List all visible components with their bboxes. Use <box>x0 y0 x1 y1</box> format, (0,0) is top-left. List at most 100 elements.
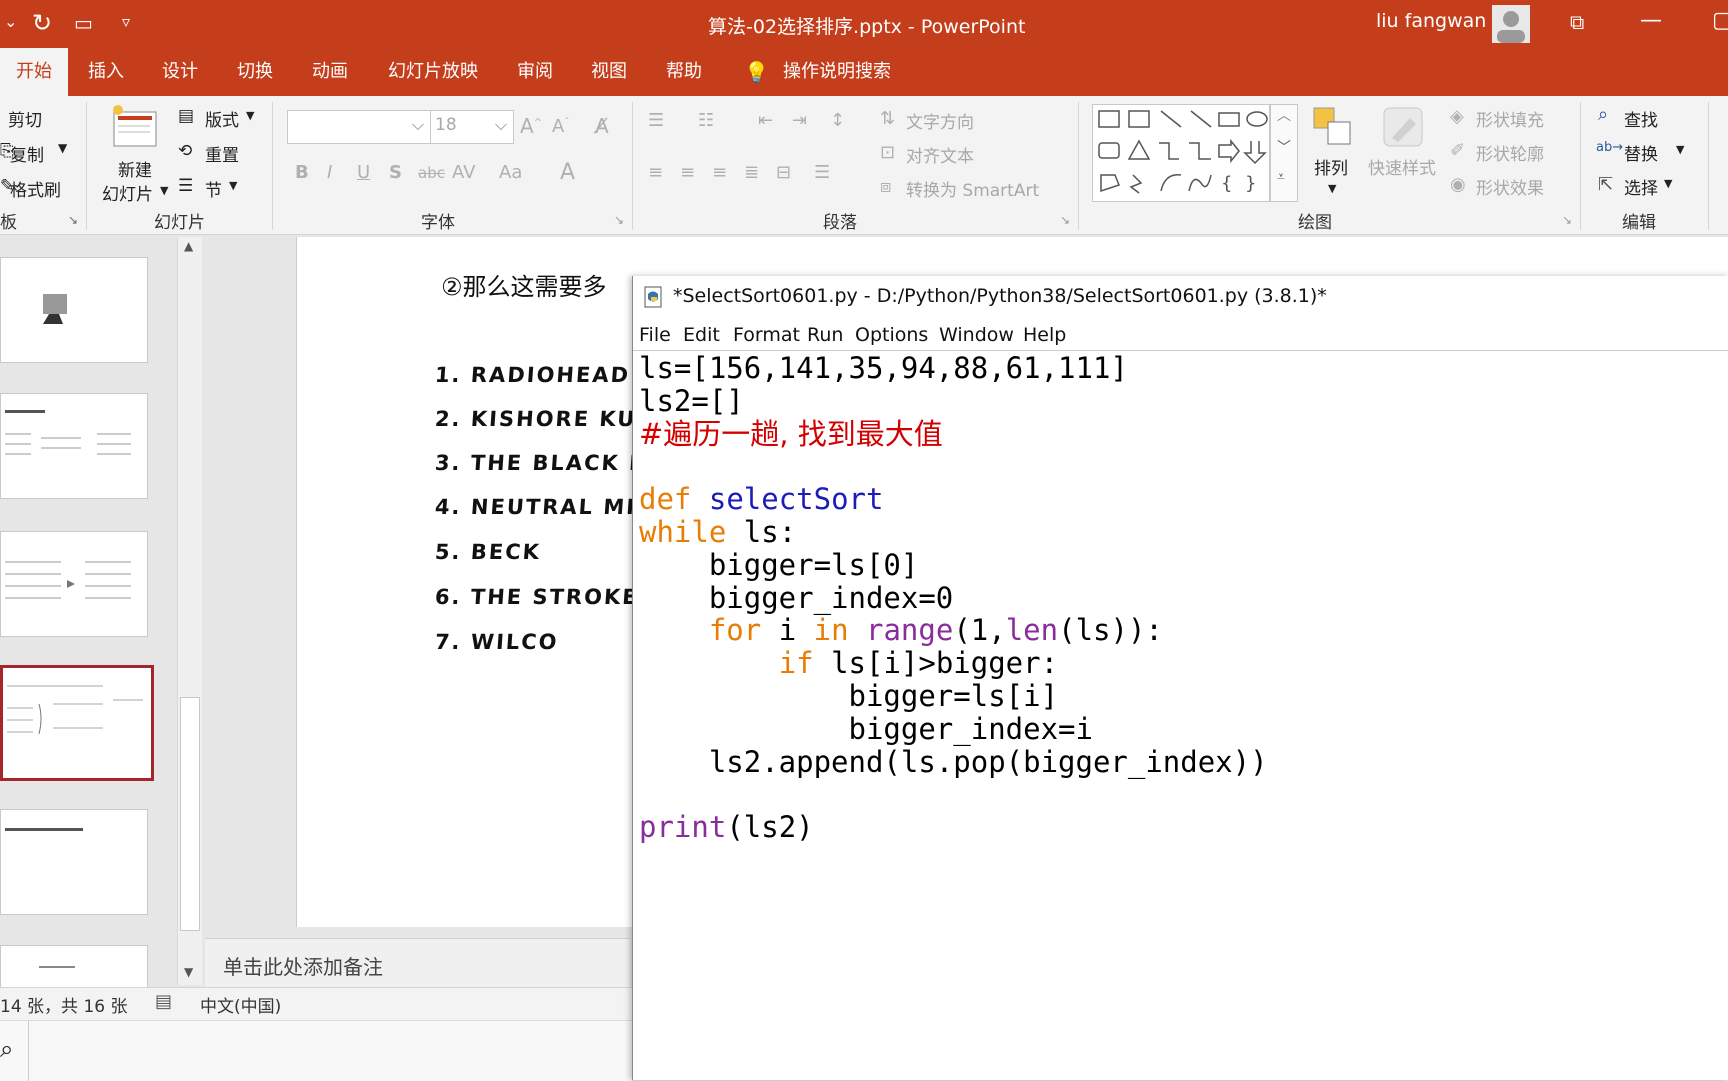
italic-icon[interactable]: I <box>327 162 332 183</box>
scroll-thumb[interactable] <box>180 697 200 931</box>
strikethrough-icon[interactable]: abc <box>418 164 445 182</box>
tab-home[interactable]: 开始 <box>0 48 68 96</box>
bullets-icon[interactable]: ☰ <box>648 110 664 131</box>
copy-dropdown-icon[interactable]: ▼ <box>58 141 67 155</box>
find-button[interactable]: 查找 <box>1624 106 1658 131</box>
slide-thumbnail-selected[interactable] <box>0 665 154 781</box>
ribbon-display-icon[interactable]: ⧉ <box>1570 10 1584 34</box>
slide-thumbnail[interactable] <box>0 809 148 915</box>
shape-fill-button[interactable]: 形状填充 <box>1476 106 1544 131</box>
clear-formatting-icon[interactable]: A̸ <box>595 114 609 138</box>
tab-review[interactable]: 审阅 <box>517 48 553 96</box>
arrange-dropdown-icon[interactable]: ▼ <box>1328 182 1336 195</box>
distributed-icon[interactable]: ⊟ <box>776 162 791 183</box>
new-slide-label-1[interactable]: 新建 <box>118 156 152 181</box>
layout-dropdown-icon[interactable]: ▼ <box>246 109 254 122</box>
code-line[interactable]: #遍历一趟, 找到最大值 <box>639 416 943 452</box>
tab-slideshow[interactable]: 幻灯片放映 <box>388 48 478 96</box>
paragraph-dialog-launcher-icon[interactable]: ↘ <box>1060 213 1070 227</box>
code-line[interactable]: bigger_index=0 <box>639 580 953 616</box>
slide-heading[interactable]: ②那么这需要多 <box>441 267 607 302</box>
menu-run[interactable]: Run <box>807 324 843 346</box>
shrink-font-icon[interactable]: Aˇ <box>552 116 569 137</box>
scroll-up-icon[interactable]: ▲ <box>184 239 193 253</box>
code-line[interactable]: ls2=[] <box>639 383 744 419</box>
gallery-down-icon[interactable]: ﹀ <box>1277 137 1291 157</box>
code-line[interactable]: print(ls2) <box>639 809 814 845</box>
tab-view[interactable]: 视图 <box>591 48 627 96</box>
bold-icon[interactable]: B <box>295 162 309 183</box>
convert-smartart-button[interactable]: 转换为 SmartArt <box>906 176 1039 201</box>
grow-font-icon[interactable]: A^ <box>520 114 542 138</box>
select-dropdown-icon[interactable]: ▼ <box>1664 177 1672 190</box>
code-editor[interactable]: ls=[156,141,35,94,88,61,111] ls2=[] #遍历一趟,… <box>639 350 1728 1080</box>
customize-qat-icon[interactable]: ▿ <box>122 12 130 31</box>
slide-thumbnail[interactable] <box>0 257 148 363</box>
replace-button[interactable]: 替换 <box>1624 140 1658 165</box>
gallery-more-icon[interactable]: ⩡ <box>1277 169 1285 185</box>
increase-indent-icon[interactable]: ⇥ <box>792 110 807 131</box>
maximize-icon[interactable]: ▢ <box>1712 8 1728 33</box>
text-direction-button[interactable]: 文字方向 <box>906 108 974 133</box>
menu-window[interactable]: Window <box>939 324 1014 346</box>
avatar[interactable] <box>1492 5 1530 43</box>
scroll-down-icon[interactable]: ▼ <box>184 965 193 979</box>
font-name-combo[interactable]: ⌵ <box>287 110 431 144</box>
font-size-combo[interactable]: 18 ⌵ <box>430 110 514 144</box>
redo-icon[interactable]: ↻ <box>32 9 52 37</box>
qat-dropdown-icon[interactable]: ⌄ <box>4 12 17 31</box>
thumbnails-scrollbar[interactable]: ▲ ▼ <box>177 237 202 985</box>
search-icon[interactable]: ⌕ <box>0 1035 13 1063</box>
code-line[interactable]: if ls[i]>bigger: <box>639 645 1058 681</box>
minimize-icon[interactable]: — <box>1640 8 1662 33</box>
char-spacing-icon[interactable]: AV <box>452 162 475 183</box>
font-size-dropdown-icon[interactable]: ⌵ <box>495 115 507 135</box>
proofing-icon[interactable]: ▤ <box>155 991 172 1012</box>
code-line[interactable]: bigger=ls[0] <box>639 547 919 583</box>
new-slide-icon[interactable] <box>110 104 160 148</box>
menu-options[interactable]: Options <box>855 324 928 346</box>
code-line[interactable]: def selectSort <box>639 481 883 517</box>
shape-effects-button[interactable]: 形状效果 <box>1476 174 1544 199</box>
align-text-button[interactable]: 对齐文本 <box>906 142 974 167</box>
cut-button[interactable]: 剪切 <box>8 106 42 131</box>
idle-title-bar[interactable]: *SelectSort0601.py - D:/Python/Python38/… <box>633 276 1728 319</box>
tab-animations[interactable]: 动画 <box>312 48 348 96</box>
code-line[interactable]: ls=[156,141,35,94,88,61,111] <box>639 350 1128 386</box>
notes-pane[interactable]: 单击此处添加备注 <box>205 938 630 987</box>
section-button[interactable]: 节 <box>205 176 222 201</box>
dialog-launcher-icon[interactable]: ↘ <box>68 213 78 227</box>
shadow-icon[interactable]: S <box>389 162 402 183</box>
code-line[interactable]: while ls: <box>639 514 796 550</box>
code-line[interactable]: bigger=ls[i] <box>639 678 1059 714</box>
tell-me-search[interactable]: 操作说明搜索 <box>783 48 891 96</box>
slide-thumbnail[interactable] <box>0 393 148 499</box>
justify-icon[interactable]: ≣ <box>744 162 759 183</box>
format-painter-button[interactable]: 格式刷 <box>10 176 61 201</box>
decrease-indent-icon[interactable]: ⇤ <box>758 110 773 131</box>
underline-icon[interactable]: U <box>357 162 370 183</box>
columns-icon[interactable]: ☰ <box>814 162 830 183</box>
menu-file[interactable]: File <box>639 324 671 346</box>
slide-thumbnail[interactable] <box>0 945 148 991</box>
slide-thumbnail[interactable] <box>0 531 148 637</box>
font-dropdown-icon[interactable]: ⌵ <box>412 115 424 135</box>
change-case-icon[interactable]: Aa <box>499 162 522 183</box>
font-color-icon[interactable]: A <box>560 160 575 185</box>
font-dialog-launcher-icon[interactable]: ↘ <box>614 213 624 227</box>
gallery-up-icon[interactable]: ︿ <box>1277 105 1291 125</box>
quick-styles-icon[interactable] <box>1380 104 1426 150</box>
code-line[interactable]: bigger_index=i <box>639 711 1093 747</box>
copy-button[interactable]: 复制 <box>10 141 44 166</box>
align-right-icon[interactable]: ≡ <box>712 162 727 183</box>
arrange-icon[interactable] <box>1310 104 1354 148</box>
numbering-icon[interactable]: ☷ <box>698 110 714 131</box>
section-dropdown-icon[interactable]: ▼ <box>229 179 237 192</box>
idle-editor-window[interactable]: *SelectSort0601.py - D:/Python/Python38/… <box>632 276 1728 1080</box>
replace-dropdown-icon[interactable]: ▼ <box>1676 143 1684 156</box>
code-line[interactable]: for i in range(1,len(ls)): <box>639 612 1163 648</box>
quick-styles-button[interactable]: 快速样式 <box>1368 154 1436 179</box>
shape-outline-button[interactable]: 形状轮廓 <box>1476 140 1544 165</box>
select-button[interactable]: 选择 <box>1624 174 1658 199</box>
new-slide-label-2[interactable]: 幻灯片 <box>102 180 153 205</box>
